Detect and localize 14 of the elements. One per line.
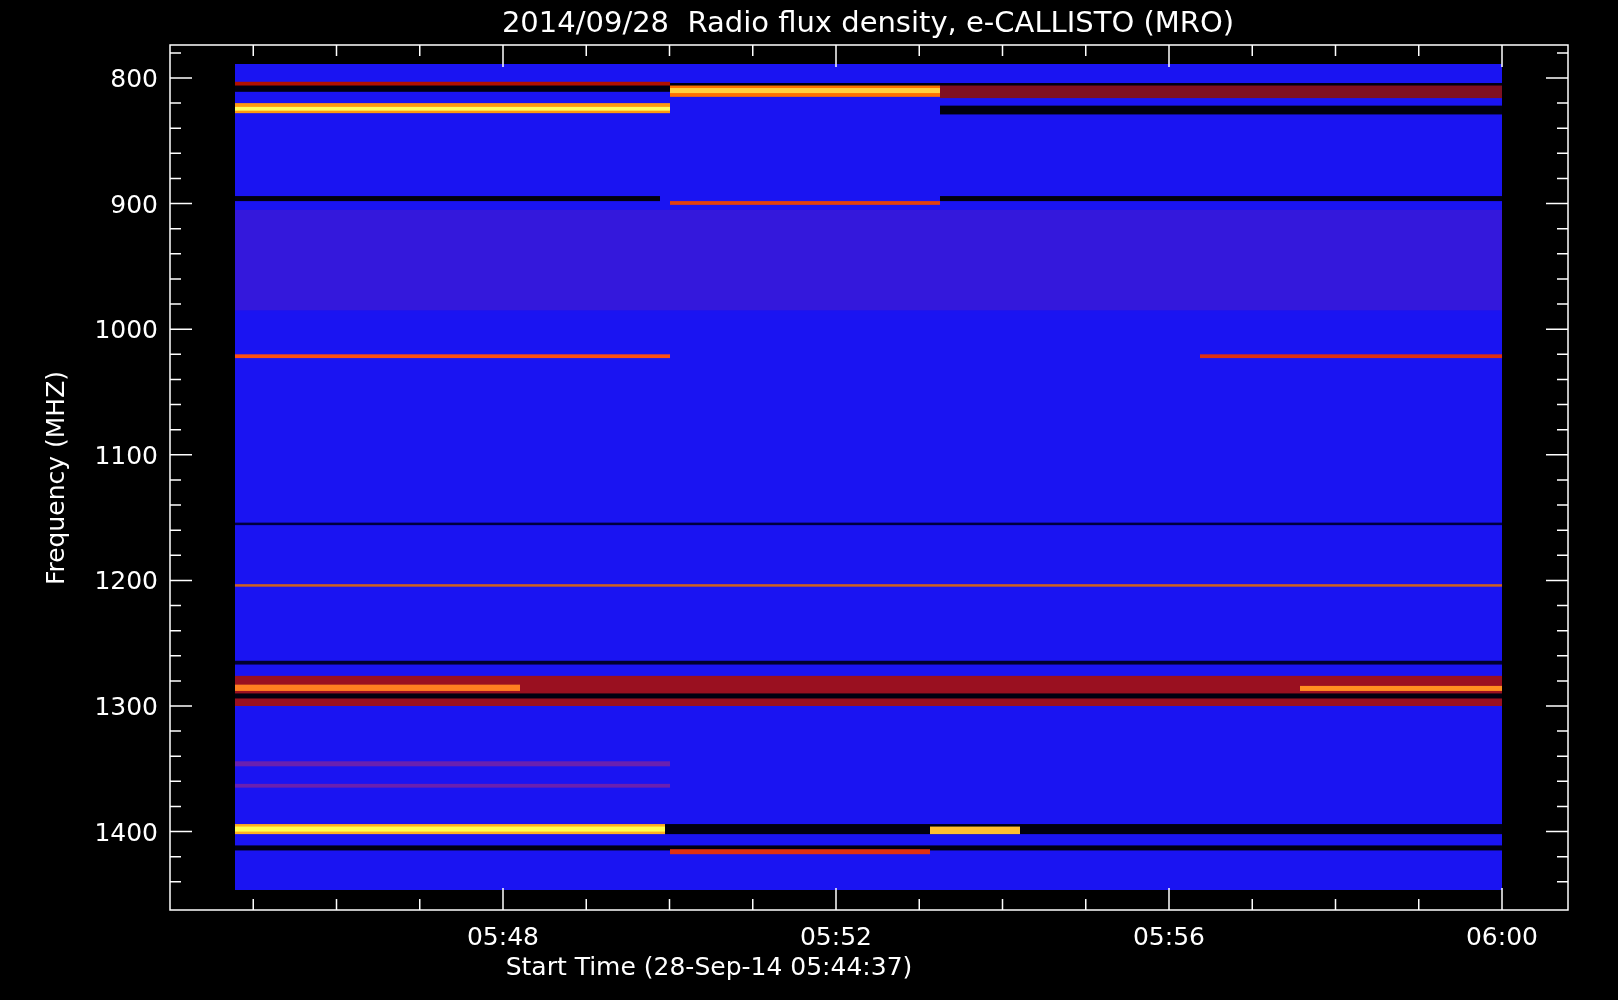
y-tick-label: 1400 (94, 817, 158, 847)
y-tick-label: 1200 (94, 566, 158, 596)
y-tick-label: 900 (110, 189, 158, 219)
y-tick-label: 1300 (94, 692, 158, 721)
x-tick-label: 06:00 (1466, 922, 1538, 951)
x-tick-label: 05:52 (800, 922, 872, 951)
chart-title: 2014/09/28 Radio flux density, e-CALLISTO (MRO) (501, 5, 1235, 39)
y-axis-label: Frequency (MHZ) (41, 370, 70, 586)
x-tick-label: 05:56 (1133, 922, 1205, 951)
x-tick-label: 05:48 (467, 922, 539, 951)
x-axis-label: Start Time (28-Sep-14 05:44:37) (505, 952, 913, 981)
y-tick-label: 1000 (94, 315, 158, 345)
y-tick-label: 800 (110, 64, 158, 93)
y-tick-label: 1100 (94, 440, 158, 470)
